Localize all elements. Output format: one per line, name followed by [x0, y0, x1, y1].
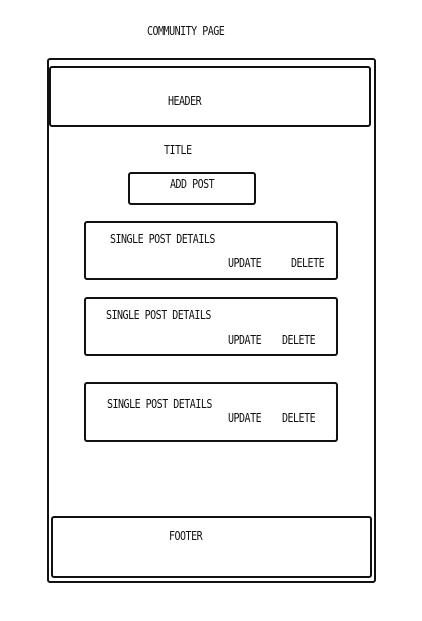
post-details: SINGLE POST DETAILS [107, 397, 212, 412]
delete-button[interactable]: DELETE [282, 334, 316, 348]
post-details: SINGLE POST DETAILS [106, 308, 211, 323]
delete-button[interactable]: DELETE [282, 412, 316, 426]
post-details: SINGLE POST DETAILS [110, 232, 215, 247]
title-label: TITLE [164, 143, 192, 158]
header-label: HEADER [168, 94, 202, 109]
delete-button[interactable]: DELETE [291, 257, 325, 271]
footer-box [51, 516, 372, 578]
footer-label: FOOTER [169, 529, 203, 544]
page-title: COMMUNITY PAGE [147, 24, 225, 39]
add-post-button-label: ADD POST [170, 177, 215, 192]
update-button[interactable]: UPDATE [228, 412, 262, 426]
post-card [84, 221, 338, 280]
update-button[interactable]: UPDATE [228, 334, 262, 348]
update-button[interactable]: UPDATE [228, 257, 262, 271]
header-box [49, 66, 371, 127]
